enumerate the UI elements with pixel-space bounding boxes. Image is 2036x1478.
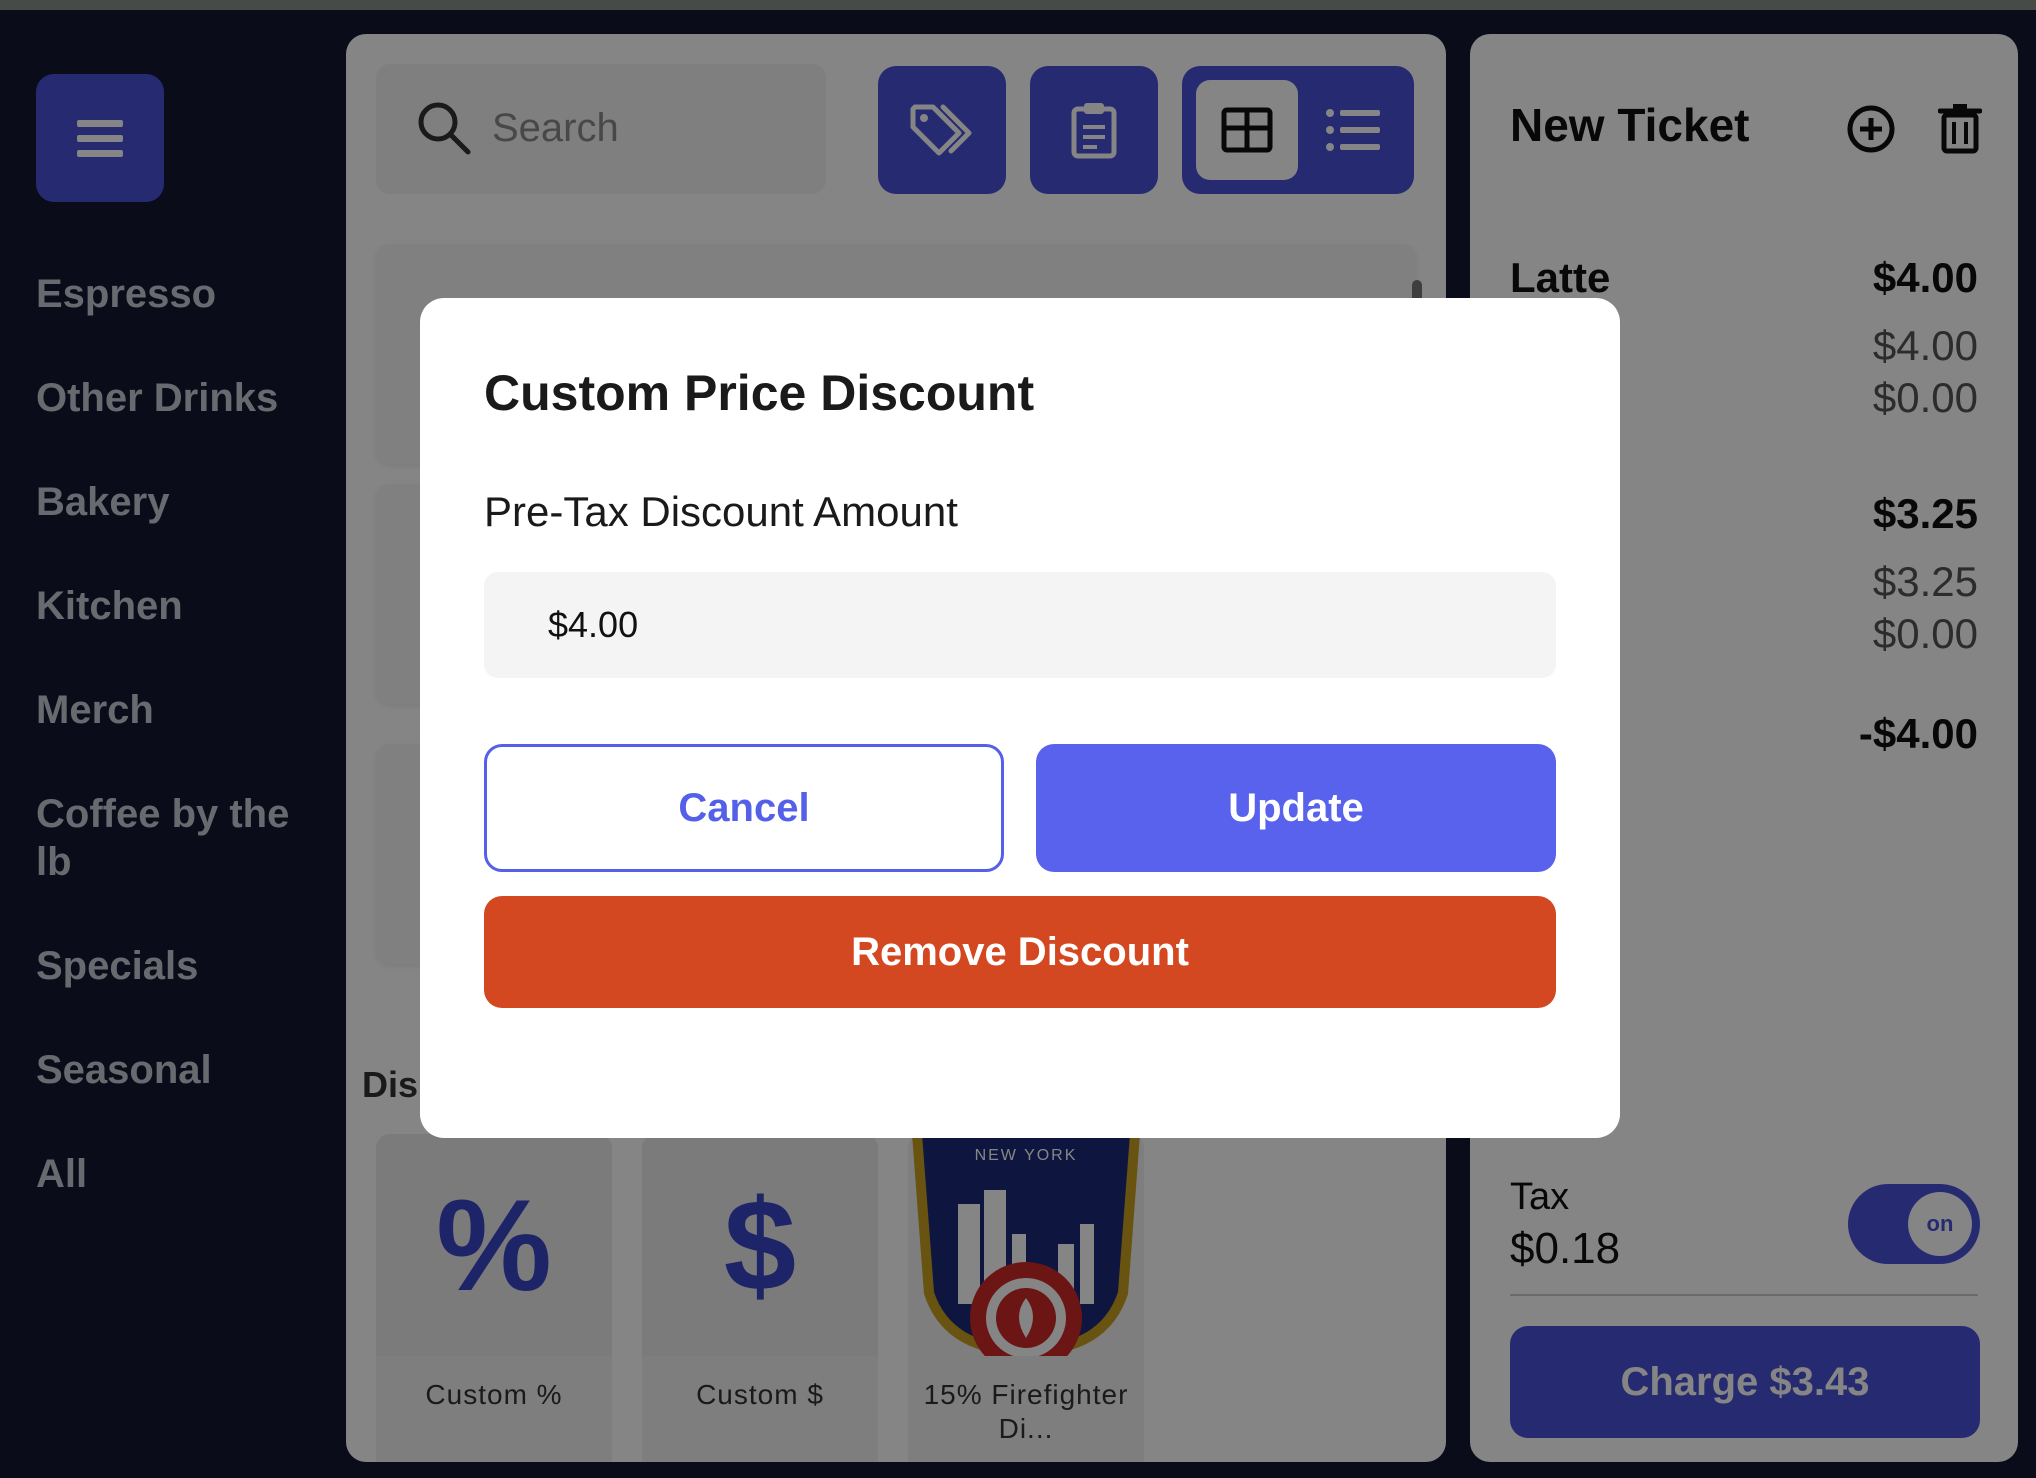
cancel-button[interactable]: Cancel (484, 744, 1004, 872)
dialog-title: Custom Price Discount (484, 365, 1035, 421)
discount-amount-label: Pre-Tax Discount Amount (484, 488, 958, 535)
remove-discount-button[interactable]: Remove Discount (484, 896, 1556, 1008)
update-button[interactable]: Update (1036, 744, 1556, 872)
discount-amount-input[interactable] (484, 572, 1556, 678)
custom-price-discount-dialog: Custom Price Discount Pre-Tax Discount A… (420, 298, 1620, 1138)
